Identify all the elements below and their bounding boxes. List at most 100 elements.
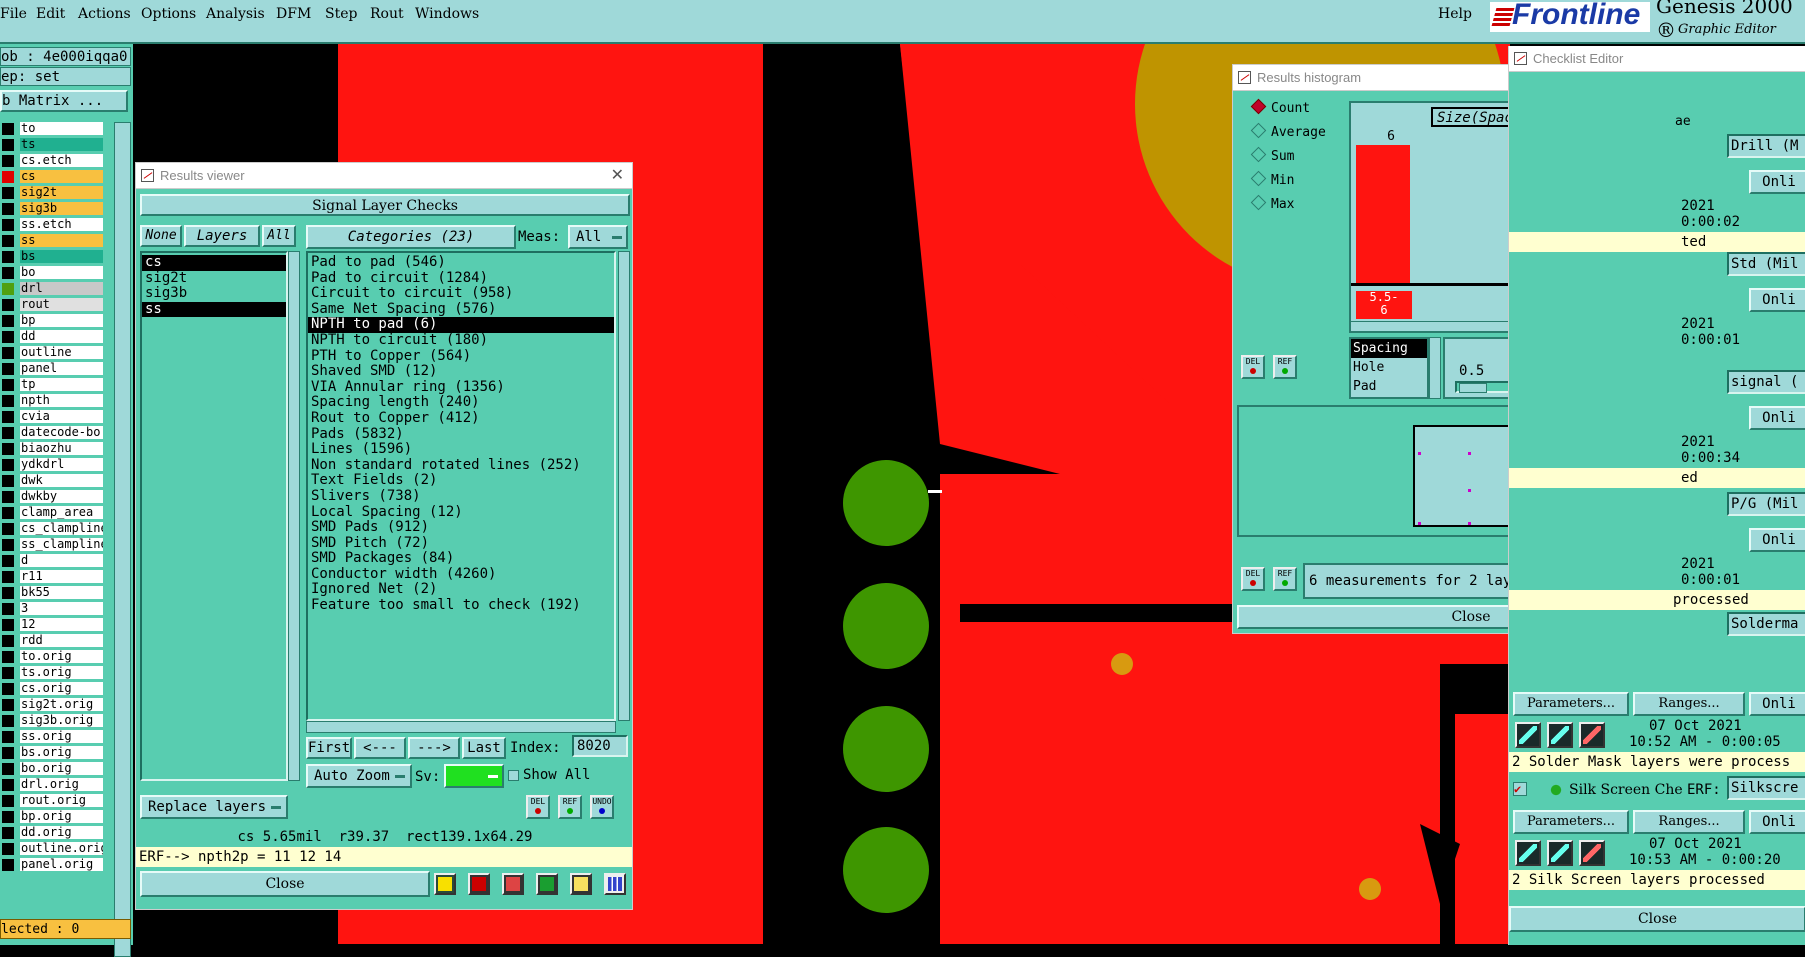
none-button[interactable]: None	[140, 225, 182, 247]
layer-row[interactable]: to	[0, 122, 120, 136]
erf-field[interactable]: Std (Mil	[1727, 252, 1805, 276]
layer-row[interactable]: drl.orig	[0, 778, 120, 792]
type-item[interactable]: Pad	[1351, 377, 1427, 396]
layer-row[interactable]: 12	[0, 618, 120, 632]
layer-color-swatch[interactable]	[2, 843, 14, 855]
layer-name[interactable]: cs.etch	[20, 154, 103, 167]
layer-color-swatch[interactable]	[2, 859, 14, 871]
layer-name[interactable]: ss.etch	[20, 218, 103, 231]
category-item[interactable]: Circuit to circuit (958)	[308, 286, 614, 302]
category-item[interactable]: SMD Pitch (72)	[308, 535, 614, 552]
layer-name[interactable]: 12	[20, 618, 103, 631]
layer-name[interactable]: drl	[20, 282, 103, 295]
layer-name[interactable]: cs.orig	[20, 682, 103, 695]
next-button[interactable]: --->	[408, 737, 460, 759]
layer-color-swatch[interactable]	[2, 395, 14, 407]
run-icon[interactable]	[1547, 840, 1573, 866]
layer-row[interactable]: cvia	[0, 410, 120, 424]
layer-color-swatch[interactable]	[2, 331, 14, 343]
layer-name[interactable]: clamp_area	[20, 506, 103, 519]
layer-row[interactable]: 3	[0, 602, 120, 616]
layer-list-item[interactable]: sig3b	[142, 286, 286, 302]
layer-name[interactable]: sig3b.orig	[20, 714, 103, 727]
layer-color-swatch[interactable]	[2, 603, 14, 615]
ranges-button[interactable]: Ranges...	[1633, 810, 1745, 834]
del-button[interactable]: DEL	[526, 795, 550, 819]
layer-row[interactable]: datecode-bo	[0, 426, 120, 440]
layer-row[interactable]: dd.orig	[0, 826, 120, 840]
run-icon[interactable]	[1547, 722, 1573, 748]
layer-row[interactable]: cs.orig	[0, 682, 120, 696]
layer-row[interactable]: outline.orig	[0, 842, 120, 856]
layer-color-swatch[interactable]	[2, 187, 14, 199]
menu-edit[interactable]: Edit	[36, 6, 65, 22]
layer-name[interactable]: biaozhu	[20, 442, 103, 455]
histogram-icon[interactable]	[604, 873, 626, 895]
online-button[interactable]: Onli	[1749, 692, 1805, 716]
layer-color-swatch[interactable]	[2, 411, 14, 423]
categories-list-scrollbar[interactable]	[618, 251, 630, 721]
category-item[interactable]: Pad to circuit (1284)	[308, 270, 614, 287]
layer-row[interactable]: bs	[0, 250, 120, 264]
menu-help[interactable]: Help	[1438, 6, 1472, 22]
category-item[interactable]: Non standard rotated lines (252)	[308, 457, 614, 474]
layer-row[interactable]: bp.orig	[0, 810, 120, 824]
layer-name[interactable]: r11	[20, 570, 103, 583]
layer-name[interactable]: rout	[20, 298, 103, 311]
menu-dfm[interactable]: DFM	[276, 6, 311, 22]
checklist-close-button[interactable]: Close	[1509, 906, 1805, 932]
category-item[interactable]: Pads (5832)	[308, 426, 614, 443]
category-item[interactable]: NPTH to pad (6)	[308, 317, 614, 333]
layer-row[interactable]: bk55	[0, 586, 120, 600]
layer-name[interactable]: d	[20, 554, 103, 567]
layer-name[interactable]: bo	[20, 266, 103, 279]
online-button[interactable]: Onli	[1749, 810, 1805, 834]
categories-list[interactable]: Pad to pad (546) Pad to circuit (1284) Cir…	[306, 251, 616, 721]
run-icon[interactable]	[1579, 722, 1605, 748]
layers-button[interactable]: Layers	[184, 225, 260, 247]
layer-color-swatch[interactable]	[2, 779, 14, 791]
ranges-button[interactable]: Ranges...	[1633, 692, 1745, 716]
category-item[interactable]: Local Spacing (12)	[308, 504, 614, 521]
results-viewer-titlebar[interactable]: Results viewer ✕	[136, 163, 632, 189]
layer-color-swatch[interactable]	[2, 827, 14, 839]
parameters-button[interactable]: Parameters...	[1513, 810, 1629, 834]
category-item[interactable]: SMD Pads (912)	[308, 519, 614, 536]
layer-color-swatch[interactable]	[2, 555, 14, 567]
layer-row[interactable]: dd	[0, 330, 120, 344]
layer-row[interactable]: panel	[0, 362, 120, 376]
layer-row[interactable]: ts	[0, 138, 120, 152]
layer-name[interactable]: cs_clampline	[20, 522, 103, 535]
layer-color-swatch[interactable]	[2, 731, 14, 743]
category-item[interactable]: SMD Packages (84)	[308, 551, 614, 567]
exit-icon[interactable]	[468, 873, 490, 895]
type-list[interactable]: Spacing Hole Pad	[1349, 337, 1429, 399]
layer-row[interactable]: ss.etch	[0, 218, 120, 232]
layer-color-swatch[interactable]	[2, 699, 14, 711]
mode-radio[interactable]: Count	[1250, 98, 1310, 116]
layer-name[interactable]: outline	[20, 346, 103, 359]
layer-row[interactable]: rout	[0, 298, 120, 312]
layer-name[interactable]: ss	[20, 234, 103, 247]
layer-row[interactable]: biaozhu	[0, 442, 120, 456]
layer-row[interactable]: npth	[0, 394, 120, 408]
layer-row[interactable]: ss.orig	[0, 730, 120, 744]
type-scrollbar[interactable]	[1429, 337, 1441, 399]
layer-name[interactable]: outline.orig	[20, 842, 103, 855]
radio-indicator-icon[interactable]	[1250, 170, 1267, 187]
undo-button[interactable]: UNDO	[590, 795, 614, 819]
run-icon[interactable]	[1515, 840, 1541, 866]
ref-button[interactable]: REF	[1273, 355, 1297, 379]
layer-color-swatch[interactable]	[2, 155, 14, 167]
close-icon[interactable]: ✕	[611, 163, 624, 189]
online-button[interactable]: Onli	[1749, 528, 1805, 552]
layer-color-swatch[interactable]	[2, 747, 14, 759]
layer-row[interactable]: bs.orig	[0, 746, 120, 760]
type-item[interactable]: Spacing	[1351, 339, 1427, 358]
layer-name[interactable]: ydkdrl	[20, 458, 103, 471]
notes-icon[interactable]	[570, 873, 592, 895]
categories-hscrollbar[interactable]	[306, 721, 616, 733]
menu-step[interactable]: Step	[325, 6, 357, 22]
erf-field[interactable]: signal (	[1727, 370, 1805, 394]
layer-name[interactable]: bp	[20, 314, 103, 327]
